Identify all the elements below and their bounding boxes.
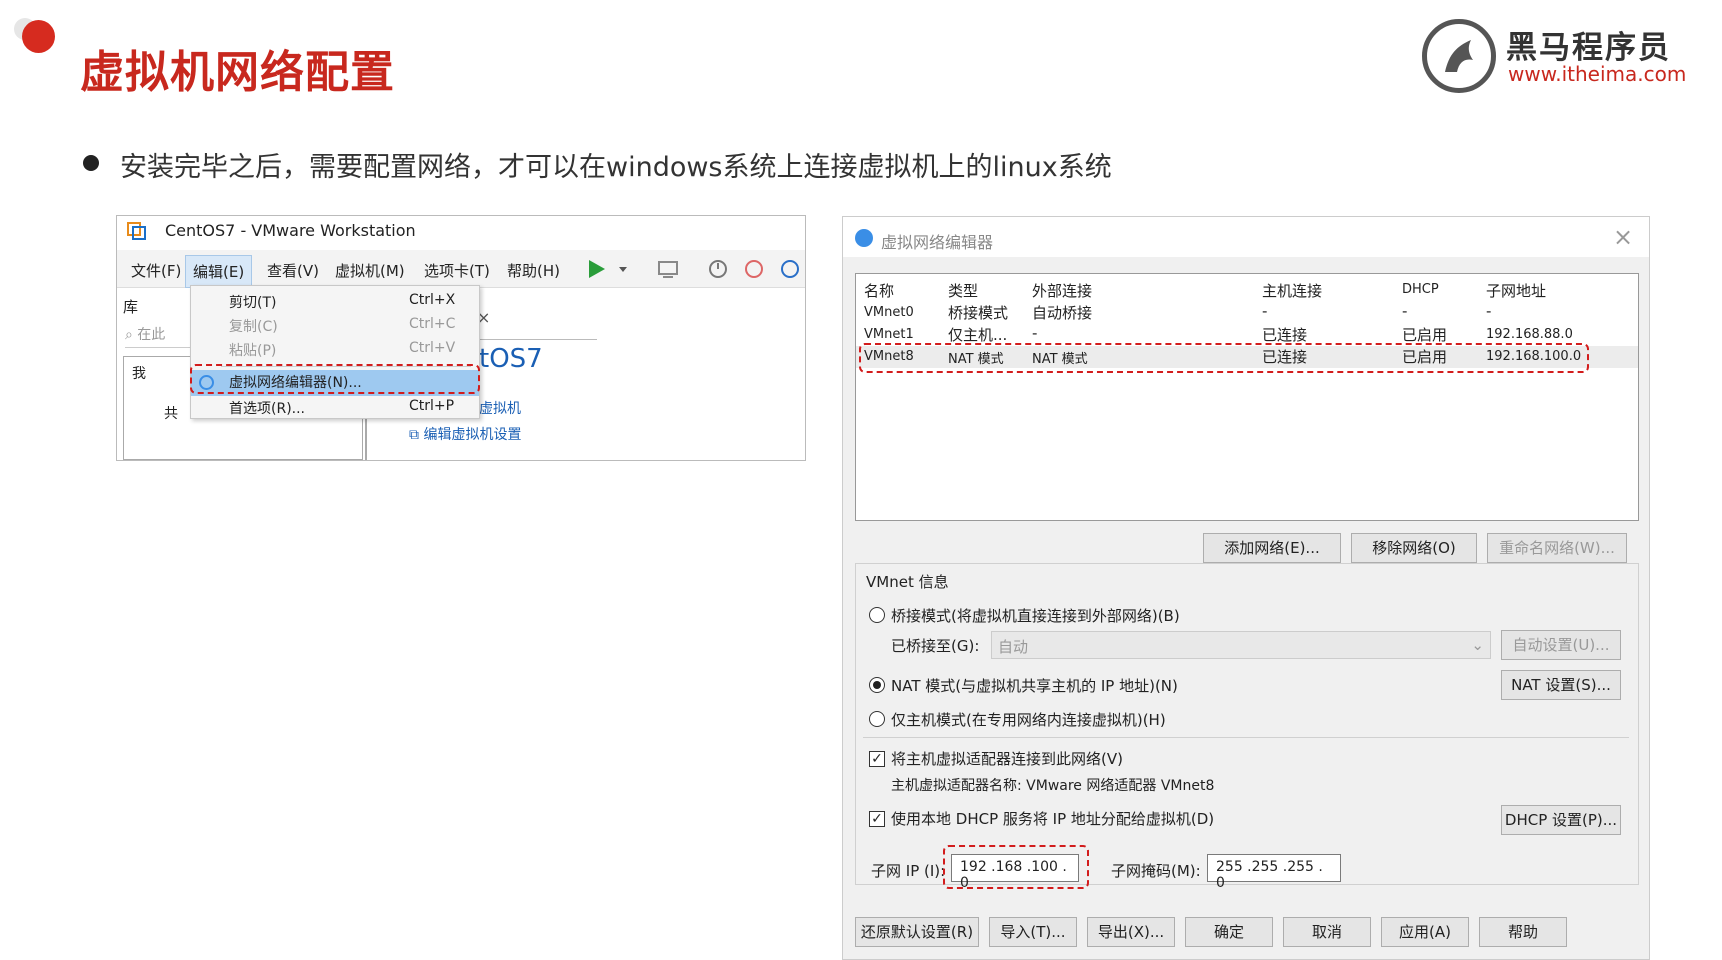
search-icon: ⌕ bbox=[125, 327, 138, 343]
cancel-button[interactable]: 取消 bbox=[1283, 917, 1371, 947]
checkbox-connect-adapter-label: 将主机虚拟适配器连接到此网络(V) bbox=[891, 750, 1123, 768]
remove-network-button[interactable]: 移除网络(O) bbox=[1351, 533, 1477, 563]
radio-host-only[interactable] bbox=[869, 711, 885, 727]
menu-bar: 文件(F) 编辑(E) 查看(V) 虚拟机(M) 选项卡(T) 帮助(H) bbox=[117, 250, 805, 288]
horse-logo-icon bbox=[1422, 19, 1496, 93]
highlight-box-subnet-ip bbox=[943, 845, 1089, 889]
help-button[interactable]: 帮助 bbox=[1479, 917, 1567, 947]
revert-snapshot-icon[interactable] bbox=[743, 258, 767, 280]
col-subnet: 子网地址 bbox=[1486, 282, 1547, 300]
col-host: 主机连接 bbox=[1262, 282, 1323, 300]
radio-nat-label: NAT 模式(与虚拟机共享主机的 IP 地址)(N) bbox=[891, 677, 1178, 695]
export-button[interactable]: 导出(X)... bbox=[1087, 917, 1175, 947]
tree-item-my-computer[interactable]: 我 bbox=[132, 363, 146, 383]
decor-dot-red bbox=[22, 20, 55, 53]
highlight-box-menu bbox=[190, 364, 480, 394]
menu-vm[interactable]: 虚拟机(M) bbox=[335, 260, 405, 281]
subnet-mask-field[interactable]: 255 .255 .255 . 0 bbox=[1207, 854, 1341, 891]
col-type: 类型 bbox=[948, 282, 979, 300]
search-placeholder: 在此 bbox=[137, 327, 166, 343]
radio-host-only-label: 仅主机模式(在专用网络内连接虚拟机)(H) bbox=[891, 711, 1166, 729]
start-vm-link[interactable]: 虚拟机 bbox=[479, 398, 521, 418]
brand-url: www.itheima.com bbox=[1508, 62, 1687, 86]
vm-title: tOS7 bbox=[479, 344, 543, 374]
col-dhcp: DHCP bbox=[1402, 282, 1439, 297]
slide-title: 虚拟机网络配置 bbox=[80, 47, 395, 98]
menu-item-preferences[interactable]: 首选项(R)... Ctrl+P bbox=[191, 398, 479, 420]
dhcp-settings-button[interactable]: DHCP 设置(P)... bbox=[1501, 805, 1621, 835]
window-titlebar: CentOS7 - VMware Workstation bbox=[117, 216, 805, 246]
settings-icon: ⧉ bbox=[409, 427, 424, 443]
bullet-icon bbox=[83, 155, 99, 171]
dialog-titlebar: 虚拟网络编辑器 × bbox=[843, 217, 1649, 257]
library-search[interactable]: ⌕ 在此 bbox=[125, 324, 195, 348]
edit-vm-settings-link[interactable]: ⧉ 编辑虚拟机设置 bbox=[409, 424, 521, 444]
menu-edit[interactable]: 编辑(E) bbox=[185, 255, 253, 288]
dialog-title: 虚拟网络编辑器 bbox=[881, 233, 994, 252]
menu-tabs[interactable]: 选项卡(T) bbox=[424, 260, 490, 281]
network-editor-dialog: 虚拟网络编辑器 × 名称 类型 外部连接 主机连接 DHCP 子网地址 VMne… bbox=[842, 216, 1650, 960]
tab-close[interactable]: × bbox=[477, 308, 597, 340]
close-icon[interactable]: × bbox=[1613, 223, 1633, 251]
ok-button[interactable]: 确定 bbox=[1185, 917, 1273, 947]
menu-view[interactable]: 查看(V) bbox=[267, 260, 319, 281]
col-name: 名称 bbox=[864, 282, 895, 300]
bullet-text: 安装完毕之后，需要配置网络，才可以在windows系统上连接虚拟机上的linux… bbox=[120, 152, 1112, 183]
menu-file[interactable]: 文件(F) bbox=[131, 260, 181, 281]
vmware-app-icon bbox=[127, 222, 146, 240]
adapter-name-text: 主机虚拟适配器名称: VMware 网络适配器 VMnet8 bbox=[891, 778, 1215, 794]
window-title: CentOS7 - VMware Workstation bbox=[165, 221, 416, 240]
bridge-to-label: 已桥接至(G): bbox=[891, 637, 980, 655]
subnet-ip-label: 子网 IP (I): bbox=[871, 862, 946, 880]
checkbox-dhcp-label: 使用本地 DHCP 服务将 IP 地址分配给虚拟机(D) bbox=[891, 810, 1215, 828]
group-label: VMnet 信息 bbox=[863, 571, 952, 592]
apply-button[interactable]: 应用(A) bbox=[1381, 917, 1469, 947]
manage-snapshots-icon[interactable] bbox=[779, 258, 803, 280]
menu-item-copy[interactable]: 复制(C) Ctrl+C bbox=[191, 316, 479, 338]
radio-bridge[interactable] bbox=[869, 607, 885, 623]
snapshot-icon[interactable] bbox=[707, 258, 731, 280]
globe-icon bbox=[855, 229, 873, 247]
highlight-box-vmnet8 bbox=[859, 343, 1589, 373]
radio-nat[interactable] bbox=[869, 677, 885, 693]
table-row[interactable]: VMnet0 桥接模式 自动桥接 - - - bbox=[856, 302, 1638, 324]
chevron-down-icon: ⌄ bbox=[1471, 636, 1484, 654]
library-label: 库 bbox=[123, 298, 139, 316]
checkbox-dhcp[interactable]: ✓ bbox=[869, 811, 885, 827]
radio-bridge-label: 桥接模式(将虚拟机直接连接到外部网络)(B) bbox=[891, 607, 1180, 625]
nat-settings-button[interactable]: NAT 设置(S)... bbox=[1501, 670, 1621, 700]
import-button[interactable]: 导入(T)... bbox=[989, 917, 1077, 947]
rename-network-button[interactable]: 重命名网络(W)... bbox=[1487, 533, 1627, 563]
add-network-button[interactable]: 添加网络(E)... bbox=[1203, 533, 1341, 563]
divider bbox=[863, 737, 1629, 738]
menu-help[interactable]: 帮助(H) bbox=[507, 260, 560, 281]
vmnet-list[interactable]: 名称 类型 外部连接 主机连接 DHCP 子网地址 VMnet0 桥接模式 自动… bbox=[855, 273, 1639, 521]
menu-item-cut[interactable]: 剪切(T) Ctrl+X bbox=[191, 292, 479, 314]
col-external: 外部连接 bbox=[1032, 282, 1093, 300]
restore-defaults-button[interactable]: 还原默认设置(R) bbox=[855, 917, 979, 947]
suspend-icon[interactable] bbox=[657, 258, 681, 280]
edit-dropdown-menu: 剪切(T) Ctrl+X 复制(C) Ctrl+C 粘贴(P) Ctrl+V 虚拟网络… bbox=[190, 285, 480, 419]
brand-logo: 黑马程序员 www.itheima.com bbox=[1422, 14, 1712, 94]
tree-item-shared[interactable]: 共 bbox=[164, 403, 178, 423]
bridge-to-select[interactable]: 自动 ⌄ bbox=[991, 631, 1491, 659]
auto-settings-button[interactable]: 自动设置(U)... bbox=[1501, 630, 1621, 660]
checkbox-connect-adapter[interactable]: ✓ bbox=[869, 751, 885, 767]
menu-item-paste[interactable]: 粘贴(P) Ctrl+V bbox=[191, 340, 479, 362]
brand-name: 黑马程序员 bbox=[1506, 30, 1671, 66]
subnet-mask-label: 子网掩码(M): bbox=[1111, 862, 1201, 880]
play-icon[interactable] bbox=[587, 258, 633, 280]
